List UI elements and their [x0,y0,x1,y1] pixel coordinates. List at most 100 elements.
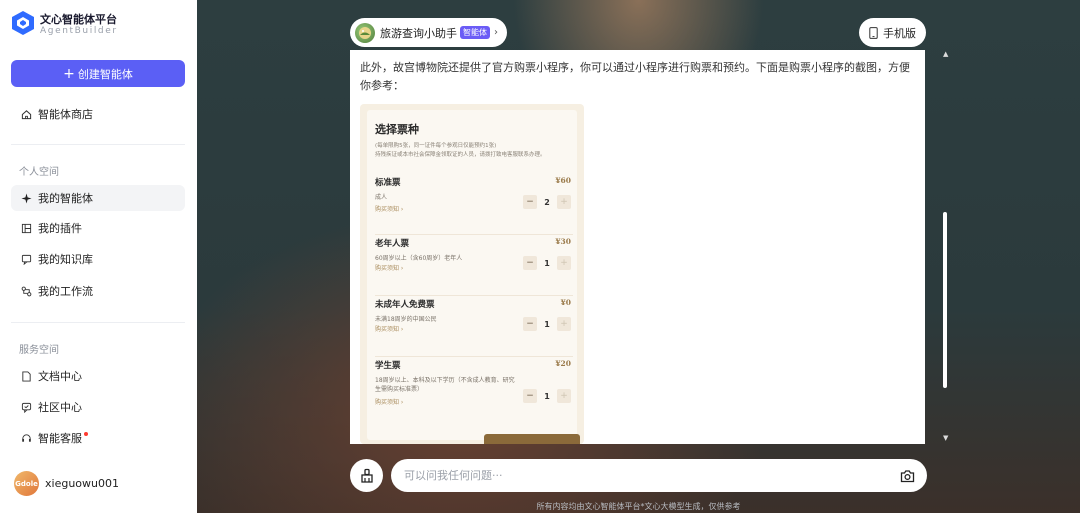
ticket-row-minor: 未成年人免费票 ¥0 未满18周岁的中国公民 购买须知 › − 1 + [375,298,573,357]
community-icon [20,401,32,413]
assistant-message: 此外，故宫博物院还提供了官方购票小程序，你可以通过小程序进行购票和预约。下面是购… [360,61,910,92]
user-profile[interactable]: Gdole xieguowu001 [14,471,119,496]
agent-avatar-icon [355,22,375,43]
plus-icon: + [557,256,571,270]
quantity-stepper: − 1 + [523,317,571,331]
minus-icon: − [523,195,537,209]
ticket-selection-card: 选择票种 (每单限购5张，同一证件每个参观日仅能预约1张) 持残疾证或本市社会保… [367,110,577,440]
sidebar-item-my-agents[interactable]: 我的智能体 [11,185,185,211]
sidebar-item-label: 社区中心 [38,401,82,414]
plus-icon: + [557,195,571,209]
ticket-price: ¥0 [560,298,571,307]
workflow-icon [20,285,32,297]
new-chat-button[interactable] [350,459,383,492]
brand-subtitle: AgentBuilder [40,26,118,36]
minus-icon: − [523,256,537,270]
mini-program-screenshot: 选择票种 (每单限购5张，同一证件每个参观日仅能预约1张) 持残疾证或本市社会保… [360,104,584,444]
quantity-stepper: − 1 + [523,256,571,270]
broom-icon [360,468,373,483]
brand-logo-icon [12,11,34,35]
disclaimer-footer: 所有内容均由文心智能体平台*文心大模型生成，仅供参考 [536,502,741,511]
quantity-stepper: − 2 + [523,195,571,209]
sidebar-item-my-plugins[interactable]: 我的插件 [11,215,185,241]
purchase-notes-link: 购买须知 › [375,265,404,272]
divider [11,144,185,145]
sidebar-item-label: 我的知识库 [38,253,93,266]
main-area: 旅游查询小助手 智能体 › 手机版 此外，故宫博物院还提供了官方购票小程序，你可… [197,0,1080,513]
chat-input[interactable] [402,468,886,483]
create-agent-label: 创建智能体 [77,67,133,81]
quantity-stepper: − 1 + [523,389,571,403]
headset-icon [20,432,32,444]
minus-icon: − [523,317,537,331]
agent-name: 旅游查询小助手 [380,26,457,40]
mobile-version-label: 手机版 [883,26,916,40]
plus-icon: + [63,65,75,82]
knowledge-icon [20,253,32,265]
ticket-card-title: 选择票种 [375,123,419,136]
purchase-notes-link: 购买须知 › [375,326,404,333]
quantity-value: 1 [544,258,550,268]
sidebar-item-label: 文档中心 [38,370,82,383]
chat-scrollbar[interactable] [943,212,947,388]
personal-section-label: 个人空间 [19,167,59,178]
sidebar-item-my-knowledge[interactable]: 我的知识库 [11,246,185,272]
scroll-down-arrow-icon[interactable]: ▼ [943,434,948,442]
sparkle-icon [20,192,32,204]
phone-icon [869,26,878,39]
sidebar-item-agent-store[interactable]: 智能体商店 [11,101,185,127]
ticket-card-note: (每单限购5张，同一证件每个参观日仅能预约1张) 持残疾证或本市社会保障金领取证… [375,143,546,158]
ticket-price: ¥60 [555,176,571,185]
document-icon [20,370,32,382]
screenshot-submit-bar [484,434,580,444]
purchase-notes-link: 购买须知 › [375,206,404,213]
sidebar-item-support[interactable]: 智能客服 [11,425,185,451]
chevron-right-icon: › [494,27,498,38]
sidebar: 文心智能体平台 AgentBuilder + 创建智能体 智能体商店 个人空间 … [0,0,197,513]
camera-icon[interactable] [900,468,915,487]
purchase-notes-link: 购买须知 › [375,399,404,406]
create-agent-button[interactable]: + 创建智能体 [11,60,185,87]
avatar: Gdole [14,471,39,496]
ticket-desc: 未满18周岁的中国公民 [375,316,437,323]
ticket-row-student: 学生票 ¥20 18周岁以上、本科及以下学历（不含成人教育、研究生需购买标准票）… [375,359,573,423]
service-section-label: 服务空间 [19,345,59,356]
chat-input-box [391,459,927,492]
divider [11,322,185,323]
chat-panel: 此外，故宫博物院还提供了官方购票小程序，你可以通过小程序进行购票和预约。下面是购… [350,50,925,444]
sidebar-item-label: 我的智能体 [38,192,93,205]
quantity-value: 1 [544,319,550,329]
sidebar-item-docs[interactable]: 文档中心 [11,363,185,389]
ticket-price: ¥30 [555,237,571,246]
plus-icon: + [557,317,571,331]
sidebar-item-label: 我的插件 [38,222,82,235]
username: xieguowu001 [45,477,119,490]
ticket-row-standard: 标准票 ¥60 成人 购买须知 › − 2 + [375,176,573,235]
sidebar-item-community[interactable]: 社区中心 [11,394,185,420]
ticket-name: 标准票 [375,178,401,188]
ticket-name: 老年人票 [375,239,410,249]
ticket-row-senior: 老年人票 ¥30 60周岁以上（含60周岁）老年人 购买须知 › − 1 + [375,237,573,296]
sidebar-item-label: 我的工作流 [38,285,93,298]
home-icon [20,108,32,120]
ticket-price: ¥20 [555,359,571,368]
quantity-value: 1 [544,391,550,401]
sidebar-item-label: 智能客服 [38,432,82,445]
scroll-up-arrow-icon[interactable]: ▲ [943,50,948,58]
plugin-icon [20,222,32,234]
plus-icon: + [557,389,571,403]
quantity-value: 2 [544,197,550,207]
notification-dot [84,432,88,436]
ticket-desc: 18周岁以上、本科及以下学历（不含成人教育、研究生需购买标准票） [375,377,515,393]
ticket-desc: 60周岁以上（含60周岁）老年人 [375,255,463,262]
ticket-name: 学生票 [375,361,401,371]
agent-badge: 智能体 [460,26,490,39]
agent-selector[interactable]: 旅游查询小助手 智能体 › [350,18,507,47]
ticket-name: 未成年人免费票 [375,300,435,310]
minus-icon: − [523,389,537,403]
sidebar-item-label: 智能体商店 [38,108,93,121]
sidebar-item-my-workflows[interactable]: 我的工作流 [11,278,185,304]
ticket-desc: 成人 [375,194,388,201]
mobile-version-button[interactable]: 手机版 [859,18,926,47]
brand-title: 文心智能体平台 [40,13,117,26]
